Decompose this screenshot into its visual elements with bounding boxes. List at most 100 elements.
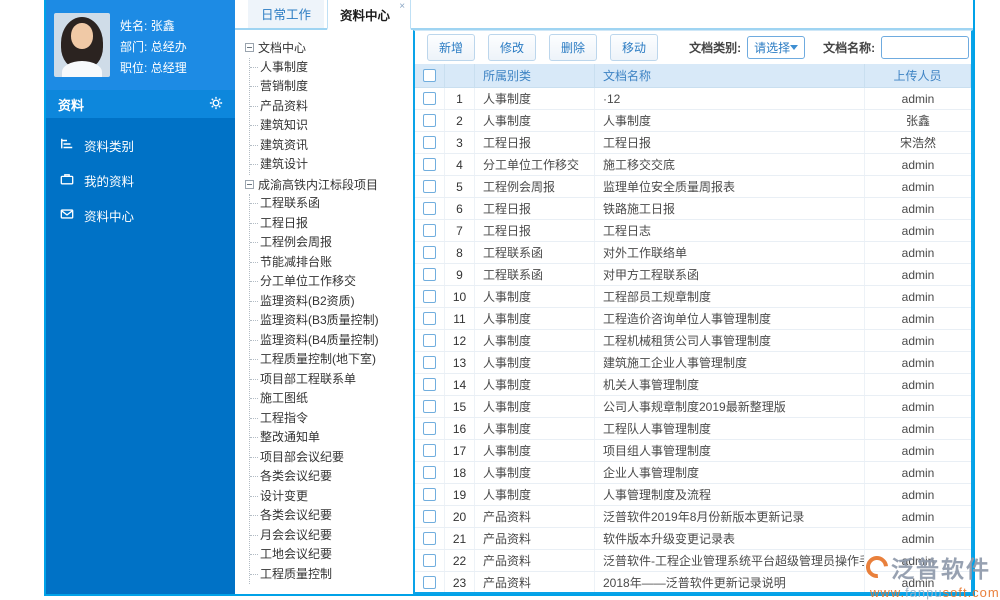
table-row[interactable]: 23产品资料2018年——泛普软件更新记录说明admin (415, 572, 971, 592)
table-row[interactable]: 1人事制度·12admin (415, 88, 971, 110)
tree-item[interactable]: 建筑资讯 (250, 136, 411, 156)
toolbar-button-移动[interactable]: 移动 (610, 34, 658, 61)
row-checkbox[interactable] (423, 114, 436, 127)
table-row[interactable]: 5工程例会周报监理单位安全质量周报表admin (415, 176, 971, 198)
table-row[interactable]: 14人事制度机关人事管理制度admin (415, 374, 971, 396)
table-row[interactable]: 8工程联系函对外工作联络单admin (415, 242, 971, 264)
tree-item[interactable]: 监理资料(B4质量控制) (250, 331, 411, 351)
table-row[interactable]: 4分工单位工作移交施工移交交底admin (415, 154, 971, 176)
close-icon[interactable]: × (399, 1, 405, 12)
row-checkbox-cell (415, 484, 445, 505)
table-row[interactable]: 17人事制度项目组人事管理制度admin (415, 440, 971, 462)
table-row[interactable]: 16人事制度工程队人事管理制度admin (415, 418, 971, 440)
row-checkbox-cell (415, 374, 445, 395)
row-checkbox[interactable] (423, 576, 436, 589)
tree-item[interactable]: 分工单位工作移交 (250, 272, 411, 292)
row-category: 人事制度 (475, 286, 595, 307)
table-row[interactable]: 22产品资料泛普软件-工程企业管理系统平台超级管理员操作手册admin (415, 550, 971, 572)
tree-item[interactable]: 整改通知单 (250, 428, 411, 448)
row-checkbox[interactable] (423, 246, 436, 259)
toolbar-button-删除[interactable]: 删除 (549, 34, 597, 61)
table-row[interactable]: 6工程日报铁路施工日报admin (415, 198, 971, 220)
tree-item[interactable]: 工程例会周报 (250, 233, 411, 253)
table-row[interactable]: 2人事制度人事制度张鑫 (415, 110, 971, 132)
tree-item[interactable]: 工程联系函 (250, 194, 411, 214)
sidebar-item-1[interactable]: 资料类别 (46, 128, 235, 163)
tree-item[interactable]: 项目部会议纪要 (250, 448, 411, 468)
row-checkbox[interactable] (423, 356, 436, 369)
table-row[interactable]: 20产品资料泛普软件2019年8月份新版本更新记录admin (415, 506, 971, 528)
row-checkbox[interactable] (423, 268, 436, 281)
tree-item[interactable]: 建筑设计 (250, 155, 411, 175)
table-row[interactable]: 19人事制度人事管理制度及流程admin (415, 484, 971, 506)
sidebar-item-2[interactable]: 我的资料 (46, 163, 235, 198)
sidebar-item-3[interactable]: 资料中心 (46, 198, 235, 233)
tree-item[interactable]: 监理资料(B3质量控制) (250, 311, 411, 331)
row-checkbox[interactable] (423, 158, 436, 171)
doc-name-input[interactable] (881, 36, 969, 59)
table-row[interactable]: 10人事制度工程部员工规章制度admin (415, 286, 971, 308)
row-checkbox[interactable] (423, 400, 436, 413)
tree-item[interactable]: 人事制度 (250, 58, 411, 78)
table-row[interactable]: 21产品资料软件版本升级变更记录表admin (415, 528, 971, 550)
tree-item[interactable]: 工程质量控制(地下室) (250, 350, 411, 370)
row-category: 人事制度 (475, 330, 595, 351)
toolbar-button-修改[interactable]: 修改 (488, 34, 536, 61)
row-checkbox[interactable] (423, 224, 436, 237)
row-checkbox[interactable] (423, 290, 436, 303)
row-checkbox[interactable] (423, 180, 436, 193)
row-number: 5 (445, 176, 475, 197)
row-checkbox[interactable] (423, 202, 436, 215)
row-checkbox[interactable] (423, 92, 436, 105)
toolbar-button-新增[interactable]: 新增 (427, 34, 475, 61)
tab-日常工作[interactable]: 日常工作 (248, 0, 324, 28)
content-column: 日常工作资料中心× 文档中心人事制度营销制度产品资料建筑知识建筑资讯建筑设计成渝… (235, 0, 973, 594)
tree-item[interactable]: 项目部工程联系单 (250, 370, 411, 390)
category-select[interactable]: 请选择 (747, 36, 805, 59)
select-all-checkbox[interactable] (423, 69, 436, 82)
tab-资料中心[interactable]: 资料中心× (327, 0, 411, 30)
row-checkbox[interactable] (423, 554, 436, 567)
tree-item[interactable]: 设计变更 (250, 487, 411, 507)
tree-item[interactable]: 工程日报 (250, 214, 411, 234)
row-checkbox[interactable] (423, 532, 436, 545)
row-checkbox[interactable] (423, 466, 436, 479)
row-checkbox[interactable] (423, 488, 436, 501)
row-checkbox[interactable] (423, 136, 436, 149)
gear-icon[interactable] (209, 96, 223, 113)
table-row[interactable]: 9工程联系函对甲方工程联系函admin (415, 264, 971, 286)
tree-collapse-icon[interactable] (245, 180, 254, 189)
table-row[interactable]: 12人事制度工程机械租赁公司人事管理制度admin (415, 330, 971, 352)
tree-item[interactable]: 产品资料 (250, 97, 411, 117)
tree-item[interactable]: 各类会议纪要 (250, 506, 411, 526)
row-checkbox[interactable] (423, 510, 436, 523)
row-checkbox[interactable] (423, 378, 436, 391)
table-row[interactable]: 13人事制度建筑施工企业人事管理制度admin (415, 352, 971, 374)
tree-item[interactable]: 工地会议纪要 (250, 545, 411, 565)
tree-root-node[interactable]: 文档中心 (245, 38, 411, 58)
tree-item[interactable]: 节能减排台账 (250, 253, 411, 273)
tree-item[interactable]: 营销制度 (250, 77, 411, 97)
row-checkbox[interactable] (423, 422, 436, 435)
tree-item[interactable]: 工程指令 (250, 409, 411, 429)
table-row[interactable]: 11人事制度工程造价咨询单位人事管理制度admin (415, 308, 971, 330)
row-uploader: admin (865, 528, 971, 549)
tree-item[interactable]: 监理资料(B2资质) (250, 292, 411, 312)
sidebar-item-label: 我的资料 (84, 171, 134, 190)
header-uploader: 上传人员 (865, 64, 971, 87)
tree-collapse-icon[interactable] (245, 43, 254, 52)
tree-item[interactable]: 月会会议纪要 (250, 526, 411, 546)
sidebar-section-header[interactable]: 资料 (46, 90, 235, 118)
tree-item[interactable]: 建筑知识 (250, 116, 411, 136)
row-checkbox[interactable] (423, 312, 436, 325)
table-row[interactable]: 15人事制度公司人事规章制度2019最新整理版admin (415, 396, 971, 418)
table-row[interactable]: 18人事制度企业人事管理制度admin (415, 462, 971, 484)
tree-item[interactable]: 各类会议纪要 (250, 467, 411, 487)
row-checkbox[interactable] (423, 444, 436, 457)
table-row[interactable]: 3工程日报工程日报宋浩然 (415, 132, 971, 154)
tree-item[interactable]: 工程质量控制 (250, 565, 411, 585)
tree-item[interactable]: 施工图纸 (250, 389, 411, 409)
tree-root-node[interactable]: 成渝高铁内江标段项目 (245, 175, 411, 195)
table-row[interactable]: 7工程日报工程日志admin (415, 220, 971, 242)
row-checkbox[interactable] (423, 334, 436, 347)
